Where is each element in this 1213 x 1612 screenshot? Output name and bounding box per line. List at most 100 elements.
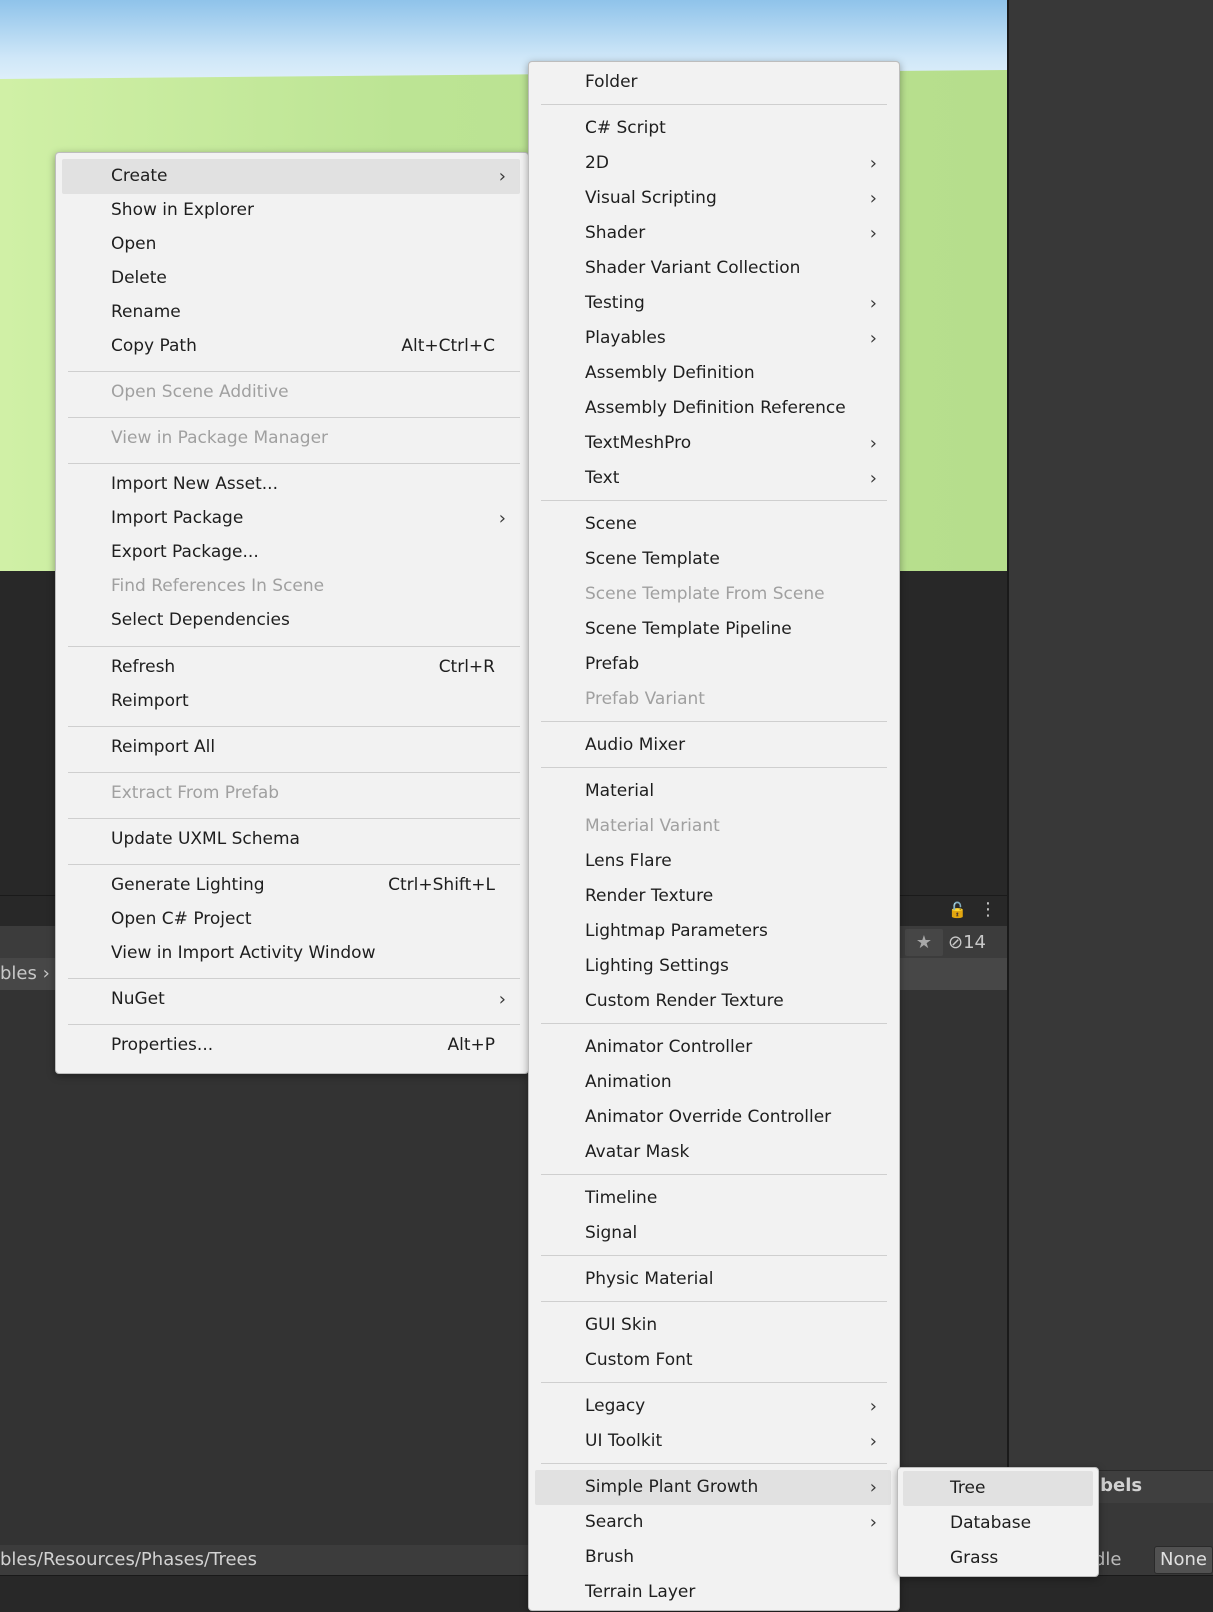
- menu-item-physic-material[interactable]: Physic Material: [535, 1262, 891, 1297]
- menu-item-label: Signal: [585, 1223, 638, 1243]
- menu-item-visual-scripting[interactable]: Visual Scripting ›: [535, 181, 891, 216]
- menu-item-animation[interactable]: Animation: [535, 1065, 891, 1100]
- menu-separator: [541, 1463, 887, 1464]
- menu-item-testing[interactable]: Testing ›: [535, 286, 891, 321]
- menu-item-textmeshpro[interactable]: TextMeshPro ›: [535, 426, 891, 461]
- menu-item-generate-lighting[interactable]: Generate Lighting Ctrl+Shift+L: [62, 868, 520, 903]
- favorite-button[interactable]: ★: [905, 929, 943, 956]
- menu-item-label: C# Script: [585, 118, 666, 138]
- menu-item-avatar-mask[interactable]: Avatar Mask: [535, 1135, 891, 1170]
- menu-item-open-scene-additive: Open Scene Additive: [62, 375, 520, 410]
- menu-item-2d[interactable]: 2D ›: [535, 146, 891, 181]
- menu-item-label: Shader Variant Collection: [585, 258, 801, 278]
- menu-item-custom-font[interactable]: Custom Font: [535, 1343, 891, 1378]
- menu-item-csharp-script[interactable]: C# Script: [535, 111, 891, 146]
- menu-item-label: Select Dependencies: [111, 610, 290, 630]
- menu-item-view-in-import-activity-window[interactable]: View in Import Activity Window: [62, 936, 520, 971]
- menu-item-scene-template-pipeline[interactable]: Scene Template Pipeline: [535, 612, 891, 647]
- menu-item-playables[interactable]: Playables ›: [535, 321, 891, 356]
- menu-item-grass[interactable]: Grass: [903, 1541, 1093, 1576]
- menu-item-prefab-variant: Prefab Variant: [535, 682, 891, 717]
- menu-item-label: TextMeshPro: [585, 433, 692, 453]
- menu-item-signal[interactable]: Signal: [535, 1216, 891, 1251]
- breadcrumb-item[interactable]: bles: [0, 963, 37, 984]
- breadcrumb[interactable]: bles ›: [0, 958, 50, 990]
- menu-item-label: View in Package Manager: [111, 428, 329, 448]
- create-submenu: Folder C# Script 2D › Visual Scripting ›…: [528, 61, 900, 1611]
- menu-item-refresh[interactable]: Refresh Ctrl+R: [62, 650, 520, 685]
- menu-item-label: Playables: [585, 328, 666, 348]
- menu-item-label: Lightmap Parameters: [585, 921, 768, 941]
- hidden-packages-button[interactable]: ⊘14: [948, 929, 1005, 956]
- menu-item-label: Find References In Scene: [111, 576, 325, 596]
- menu-separator: [541, 1023, 887, 1024]
- menu-item-label: Custom Font: [585, 1350, 693, 1370]
- menu-item-shader[interactable]: Shader ›: [535, 216, 891, 251]
- menu-separator: [68, 463, 520, 464]
- menu-item-lens-flare[interactable]: Lens Flare: [535, 844, 891, 879]
- menu-item-custom-render-texture[interactable]: Custom Render Texture: [535, 984, 891, 1019]
- menu-item-select-dependencies[interactable]: Select Dependencies: [62, 603, 520, 638]
- menu-item-animator-override-controller[interactable]: Animator Override Controller: [535, 1100, 891, 1135]
- menu-item-reimport[interactable]: Reimport: [62, 684, 520, 719]
- menu-item-label: Text: [585, 468, 620, 488]
- menu-item-label: Search: [585, 1512, 644, 1532]
- menu-item-prefab[interactable]: Prefab: [535, 647, 891, 682]
- menu-item-gui-skin[interactable]: GUI Skin: [535, 1308, 891, 1343]
- menu-item-assembly-definition[interactable]: Assembly Definition: [535, 356, 891, 391]
- menu-item-create[interactable]: Create ›: [62, 159, 520, 194]
- menu-item-folder[interactable]: Folder: [535, 65, 891, 100]
- menu-item-material[interactable]: Material: [535, 774, 891, 809]
- menu-item-update-uxml-schema[interactable]: Update UXML Schema: [62, 822, 520, 857]
- menu-item-shader-variant-collection[interactable]: Shader Variant Collection: [535, 251, 891, 286]
- menu-item-reimport-all[interactable]: Reimport All: [62, 730, 520, 765]
- more-options-icon[interactable]: ⋮: [979, 900, 997, 920]
- menu-item-label: Animation: [585, 1072, 672, 1092]
- menu-item-text[interactable]: Text ›: [535, 461, 891, 496]
- menu-item-open[interactable]: Open: [62, 227, 520, 262]
- menu-item-label: Refresh: [111, 657, 176, 677]
- lock-icon[interactable]: 🔓: [948, 902, 967, 918]
- panel-divider[interactable]: [1007, 0, 1009, 1611]
- menu-item-scene-template[interactable]: Scene Template: [535, 542, 891, 577]
- menu-item-database[interactable]: Database: [903, 1506, 1093, 1541]
- menu-item-search[interactable]: Search ›: [535, 1505, 891, 1540]
- menu-item-ui-toolkit[interactable]: UI Toolkit ›: [535, 1424, 891, 1459]
- menu-item-nuget[interactable]: NuGet ›: [62, 982, 520, 1017]
- menu-item-label: Physic Material: [585, 1269, 714, 1289]
- menu-item-lighting-settings[interactable]: Lighting Settings: [535, 949, 891, 984]
- breadcrumb-chevron-icon: ›: [42, 963, 50, 984]
- chevron-right-icon: ›: [498, 989, 506, 1010]
- menu-item-tree[interactable]: Tree: [903, 1471, 1093, 1506]
- menu-item-properties[interactable]: Properties... Alt+P: [62, 1028, 520, 1063]
- menu-item-find-references-in-scene: Find References In Scene: [62, 569, 520, 604]
- menu-item-terrain-layer[interactable]: Terrain Layer: [535, 1575, 891, 1610]
- menu-item-import-new-asset[interactable]: Import New Asset...: [62, 467, 520, 502]
- menu-item-export-package[interactable]: Export Package...: [62, 535, 520, 570]
- menu-item-timeline[interactable]: Timeline: [535, 1181, 891, 1216]
- menu-item-lightmap-parameters[interactable]: Lightmap Parameters: [535, 914, 891, 949]
- menu-item-legacy[interactable]: Legacy ›: [535, 1389, 891, 1424]
- menu-item-show-in-explorer[interactable]: Show in Explorer: [62, 193, 520, 228]
- menu-item-simple-plant-growth[interactable]: Simple Plant Growth ›: [535, 1470, 891, 1505]
- menu-item-copy-path[interactable]: Copy Path Alt+Ctrl+C: [62, 329, 520, 364]
- menu-item-delete[interactable]: Delete: [62, 261, 520, 296]
- asset-bundle-dropdown[interactable]: None: [1154, 1546, 1213, 1574]
- menu-item-rename[interactable]: Rename: [62, 295, 520, 330]
- menu-item-brush[interactable]: Brush: [535, 1540, 891, 1575]
- menu-item-label: 2D: [585, 153, 609, 173]
- menu-item-label: Scene Template: [585, 549, 720, 569]
- menu-separator: [541, 1174, 887, 1175]
- menu-separator: [68, 726, 520, 727]
- menu-item-assembly-definition-reference[interactable]: Assembly Definition Reference: [535, 391, 891, 426]
- menu-item-label: Prefab: [585, 654, 640, 674]
- menu-item-open-csharp-project[interactable]: Open C# Project: [62, 902, 520, 937]
- menu-item-render-texture[interactable]: Render Texture: [535, 879, 891, 914]
- menu-item-audio-mixer[interactable]: Audio Mixer: [535, 728, 891, 763]
- menu-item-label: Prefab Variant: [585, 689, 705, 709]
- menu-item-import-package[interactable]: Import Package ›: [62, 501, 520, 536]
- menu-item-animator-controller[interactable]: Animator Controller: [535, 1030, 891, 1065]
- chevron-right-icon: ›: [869, 1396, 877, 1417]
- menu-item-scene[interactable]: Scene: [535, 507, 891, 542]
- menu-item-label: Copy Path: [111, 336, 197, 356]
